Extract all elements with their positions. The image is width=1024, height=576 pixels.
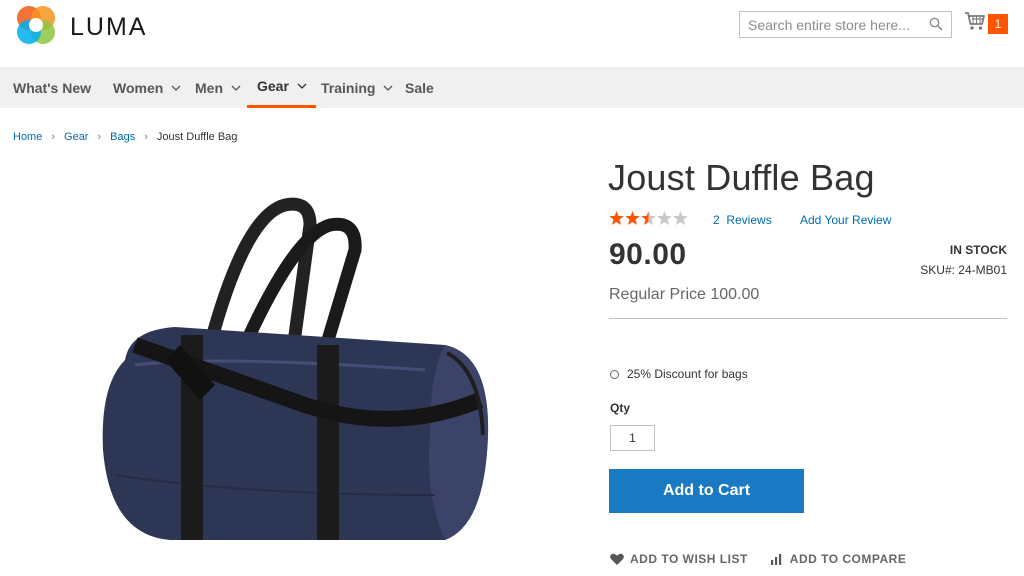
divider [609, 318, 1007, 319]
add-review-link[interactable]: Add Your Review [800, 213, 891, 227]
search-input[interactable] [740, 12, 920, 37]
rating-stars [609, 211, 688, 225]
main-navigation: What's New Women Men Gear Training Sale [0, 67, 1024, 108]
compare-label: ADD TO COMPARE [789, 552, 907, 566]
nav-item-sale[interactable]: Sale [405, 67, 434, 108]
add-to-cart-button[interactable]: Add to Cart [609, 469, 804, 513]
breadcrumb-gear[interactable]: Gear [64, 131, 88, 143]
sku-label: SKU#: [920, 263, 955, 277]
chevron-down-icon [231, 85, 241, 91]
heart-icon [610, 553, 624, 565]
star-full-icon [609, 211, 624, 225]
nav-item-gear[interactable]: Gear [247, 67, 316, 108]
cart-icon [964, 11, 986, 36]
discount-radio[interactable] [610, 369, 619, 379]
nav-item-men[interactable]: Men [195, 67, 241, 108]
qty-input[interactable] [610, 425, 655, 451]
search-icon[interactable] [929, 17, 943, 31]
breadcrumb-home[interactable]: Home [13, 131, 42, 143]
nav-item-label: Training [321, 79, 376, 96]
star-empty-icon [657, 211, 672, 225]
wishlist-label: ADD TO WISH LIST [630, 552, 748, 566]
sku-value: 24-MB01 [958, 263, 1007, 277]
nav-item-women[interactable]: Women [113, 67, 181, 108]
product-rating [609, 211, 688, 225]
product-actions: ADD TO WISH LIST ADD TO COMPARE [610, 552, 906, 566]
breadcrumb-bags[interactable]: Bags [110, 131, 135, 143]
chevron-down-icon [383, 85, 393, 91]
page-header: LUMA 1 [0, 0, 1024, 67]
nav-item-label: Men [195, 79, 223, 96]
luma-logo-icon [14, 3, 58, 52]
product-sku: SKU#: 24-MB01 [920, 263, 1007, 277]
star-empty-icon [673, 211, 688, 225]
bar-chart-icon [770, 554, 781, 565]
breadcrumb-current: Joust Duffle Bag [156, 131, 238, 143]
star-full-icon [625, 211, 640, 225]
minicart-button[interactable]: 1 [964, 11, 1008, 36]
breadcrumb: Home › Gear › Bags › Joust Duffle Bag [13, 131, 237, 143]
breadcrumb-separator: › [97, 131, 102, 143]
nav-item-label: Sale [405, 79, 434, 96]
qty-label: Qty [610, 401, 631, 415]
reviews-link[interactable]: 2 Reviews [713, 213, 772, 227]
cart-count-badge: 1 [988, 13, 1008, 34]
search-box [739, 11, 952, 38]
discount-option[interactable]: 25% Discount for bags [610, 367, 748, 381]
add-to-wishlist-link[interactable]: ADD TO WISH LIST [610, 552, 748, 566]
logo-link[interactable]: LUMA [14, 3, 147, 52]
product-title: Joust Duffle Bag [608, 157, 875, 198]
logo-text: LUMA [70, 13, 148, 41]
star-half-icon [641, 211, 656, 225]
nav-item-label: Gear [257, 78, 289, 94]
nav-item-training[interactable]: Training [321, 67, 393, 108]
stock-status: IN STOCK [949, 243, 1007, 257]
breadcrumb-separator: › [144, 131, 148, 143]
chevron-down-icon [297, 83, 307, 89]
discount-option-label: 25% Discount for bags [627, 367, 748, 381]
regular-price: Regular Price 100.00 [609, 286, 760, 303]
add-to-compare-link[interactable]: ADD TO COMPARE [770, 552, 907, 566]
product-image[interactable] [95, 195, 495, 560]
nav-item-label: Women [113, 79, 164, 96]
chevron-down-icon [171, 85, 181, 91]
product-price: 90.00 [609, 238, 687, 271]
nav-item-whats-new[interactable]: What's New [13, 67, 91, 108]
breadcrumb-separator: › [51, 131, 56, 143]
nav-item-label: What's New [13, 79, 92, 96]
